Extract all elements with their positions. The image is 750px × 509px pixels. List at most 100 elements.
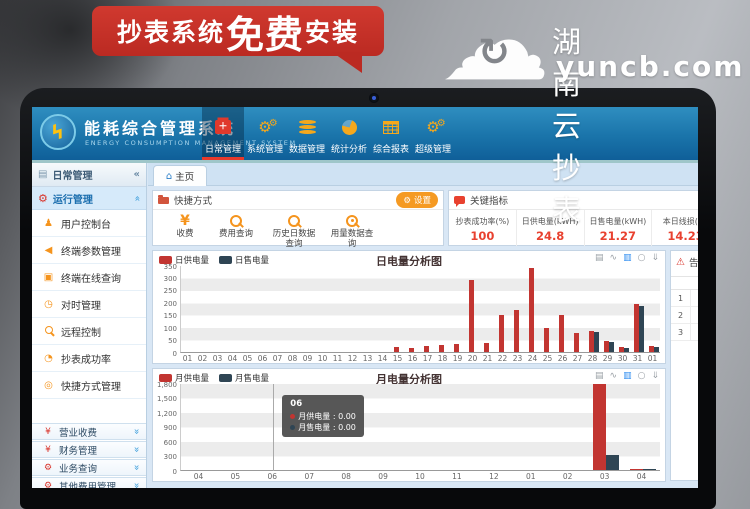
data-view-icon[interactable]: ▤	[595, 371, 604, 382]
sidebar-header: ▤ 日常管理 «	[32, 163, 146, 187]
nav-item-超级管理[interactable]: ⚙⚙超级管理	[412, 107, 454, 160]
x-axis-tick: 16	[405, 354, 420, 363]
sidebar-item-快捷方式管理[interactable]: ◎快捷方式管理	[32, 372, 146, 399]
rate-icon: ◔	[41, 353, 56, 364]
kpi-本日线损(%): 本日线损(%) 14.23	[652, 210, 698, 246]
x-axis-tick: 07	[270, 354, 285, 363]
line-chart-icon[interactable]: ∿	[610, 253, 618, 264]
y-axis-tick: 600	[153, 439, 177, 447]
x-axis-tick: 13	[360, 354, 375, 363]
yen-icon: ¥	[41, 445, 55, 455]
alarm-row[interactable]: 1	[671, 290, 698, 307]
x-axis-tick: 07	[291, 472, 328, 481]
x-axis-tick: 05	[240, 354, 255, 363]
pie-chart-icon	[342, 114, 357, 140]
banner-text: 抄表系统	[117, 13, 225, 49]
kpi-title: 关键指标	[470, 193, 508, 207]
shortcut-收费[interactable]: ¥ 收费	[163, 213, 207, 250]
sidebar-item-label: 抄表成功率	[61, 351, 111, 366]
tab-home[interactable]: ⌂ 主页	[153, 165, 207, 186]
sidebar-item-label: 远程控制	[61, 324, 101, 339]
sidebar-section-label: 其他费用管理	[59, 479, 116, 489]
search-dot-icon	[346, 215, 358, 227]
x-axis-tick: 06	[255, 354, 270, 363]
home-icon: ⌂	[166, 171, 172, 182]
gear-icon: ⚙	[41, 481, 55, 489]
sidebar-item-用户控制台[interactable]: ♟用户控制台	[32, 210, 146, 237]
bar-chart-icon[interactable]: ▥	[623, 253, 632, 264]
sidebar-section-业务查询[interactable]: ⚙业务查询«	[32, 459, 146, 476]
sidebar-section-label: 业务查询	[59, 461, 97, 475]
x-axis-tick: 02	[549, 472, 586, 481]
line-chart-icon[interactable]: ∿	[610, 371, 618, 382]
nav-item-label: 统计分析	[331, 142, 367, 155]
x-axis-tick: 09	[365, 472, 402, 481]
alarm-row[interactable]: 3	[671, 324, 698, 341]
nav-item-数据管理[interactable]: 数据管理	[286, 107, 328, 160]
monthly-chart-plot: 06月供电量 : 0.00月售电量 : 0.00	[180, 384, 660, 471]
data-view-icon[interactable]: ▤	[595, 253, 604, 264]
sidebar-item-抄表成功率[interactable]: ◔ 抄表成功率	[32, 345, 146, 372]
yen-icon: ¥	[180, 213, 190, 228]
logo-swoosh-icon: ϟ	[48, 119, 68, 146]
search-icon	[230, 215, 242, 227]
kpi-value: 14.23	[667, 229, 698, 243]
bar-chart-icon[interactable]: ▥	[623, 371, 632, 382]
restore-icon[interactable]: ○	[638, 253, 646, 264]
bar-日售电量-29	[609, 342, 614, 352]
nav-item-label: 日常管理	[205, 142, 241, 155]
shortcut-历史日数据查询[interactable]: 历史日数据查询	[265, 213, 323, 250]
x-axis-tick: 10	[402, 472, 439, 481]
chevron-down-icon: «	[131, 464, 142, 470]
x-axis-tick: 01	[180, 354, 195, 363]
search-dot-icon	[346, 213, 358, 228]
gears-icon: ⚙⚙	[258, 114, 271, 140]
sidebar-section-其他费用管理[interactable]: ⚙其他费用管理«	[32, 477, 146, 488]
bar-日售电量-30	[624, 348, 629, 352]
x-axis-tick: 30	[615, 354, 630, 363]
tooltip-row-text: 月供电量 : 0.00	[298, 411, 356, 422]
folder-icon	[158, 197, 169, 204]
download-icon[interactable]: ⇓	[651, 253, 659, 264]
bar-月供电量-04	[630, 469, 643, 470]
tooltip-row: 月供电量 : 0.00	[290, 411, 356, 422]
sidebar-item-终端在线查询[interactable]: ▣终端在线查询	[32, 264, 146, 291]
x-axis-tick: 31	[630, 354, 645, 363]
shortcut-用量数据查询[interactable]: 用量数据查询	[323, 213, 381, 250]
nav-item-综合报表[interactable]: 综合报表	[370, 107, 412, 160]
x-axis-tick: 22	[495, 354, 510, 363]
y-axis-tick: 900	[153, 424, 177, 432]
bar-日供电量-17	[424, 346, 429, 352]
bar-日供电量-22	[499, 315, 504, 352]
shortcut-费用查询[interactable]: 费用查询	[207, 213, 265, 250]
banner-highlight: 免费	[226, 4, 304, 59]
restore-icon[interactable]: ○	[638, 371, 646, 382]
sidebar-section-营业收费[interactable]: ¥营业收费«	[32, 423, 146, 440]
app-screen: ϟ 能耗综合管理系统 ENERGY CONSUMPTION MANAGEMENT…	[32, 107, 698, 488]
sidebar-item-对时管理[interactable]: ◷对时管理	[32, 291, 146, 318]
daily-chart-panel: 日供电量日售电量 日电量分析图 ▤∿▥○⇓ 050100150200250300…	[152, 250, 666, 364]
alarm-row[interactable]: 2	[671, 307, 698, 324]
nav-item-日常管理[interactable]: 日常管理	[202, 107, 244, 160]
tooltip-row-text: 月售电量 : 0.00	[298, 422, 356, 433]
monthly-chart-panel: 月供电量月售电量 月电量分析图 ▤∿▥○⇓ 06月供电量 : 0.00月售电量 …	[152, 368, 666, 482]
download-icon[interactable]: ⇓	[651, 371, 659, 382]
nav-item-统计分析[interactable]: 统计分析	[328, 107, 370, 160]
sidebar-section-财务管理[interactable]: ¥财务管理«	[32, 441, 146, 458]
settings-button[interactable]: ⚙ 设置	[396, 192, 438, 208]
gear-icon: ⚙	[403, 195, 411, 206]
sidebar-section-running-mgmt[interactable]: ⚙ 运行管理 «	[32, 187, 146, 210]
app-logo: ϟ	[40, 114, 76, 150]
kpi-label: 本日线损(%)	[663, 216, 698, 227]
nav-item-系统管理[interactable]: ⚙⚙系统管理	[244, 107, 286, 160]
collapse-sidebar-icon[interactable]: «	[134, 169, 140, 180]
bar-月供电量-03	[593, 384, 606, 470]
user-icon: ♟	[41, 218, 56, 229]
sidebar-item-终端参数管理[interactable]: ◀终端参数管理	[32, 237, 146, 264]
shortcut-label: 收费	[163, 230, 207, 240]
shortcuts-panel: 快捷方式 ⚙ 设置 ¥收费费用查询历史日数据查询用量数据查询	[152, 190, 444, 246]
sidebar-item-远程控制[interactable]: 远程控制	[32, 318, 146, 345]
shortcut-label: 用量数据查询	[330, 230, 374, 250]
sidebar-accordion: ¥营业收费«¥财务管理«⚙业务查询«⚙其他费用管理«	[32, 422, 146, 488]
tab-home-label: 主页	[175, 169, 194, 183]
